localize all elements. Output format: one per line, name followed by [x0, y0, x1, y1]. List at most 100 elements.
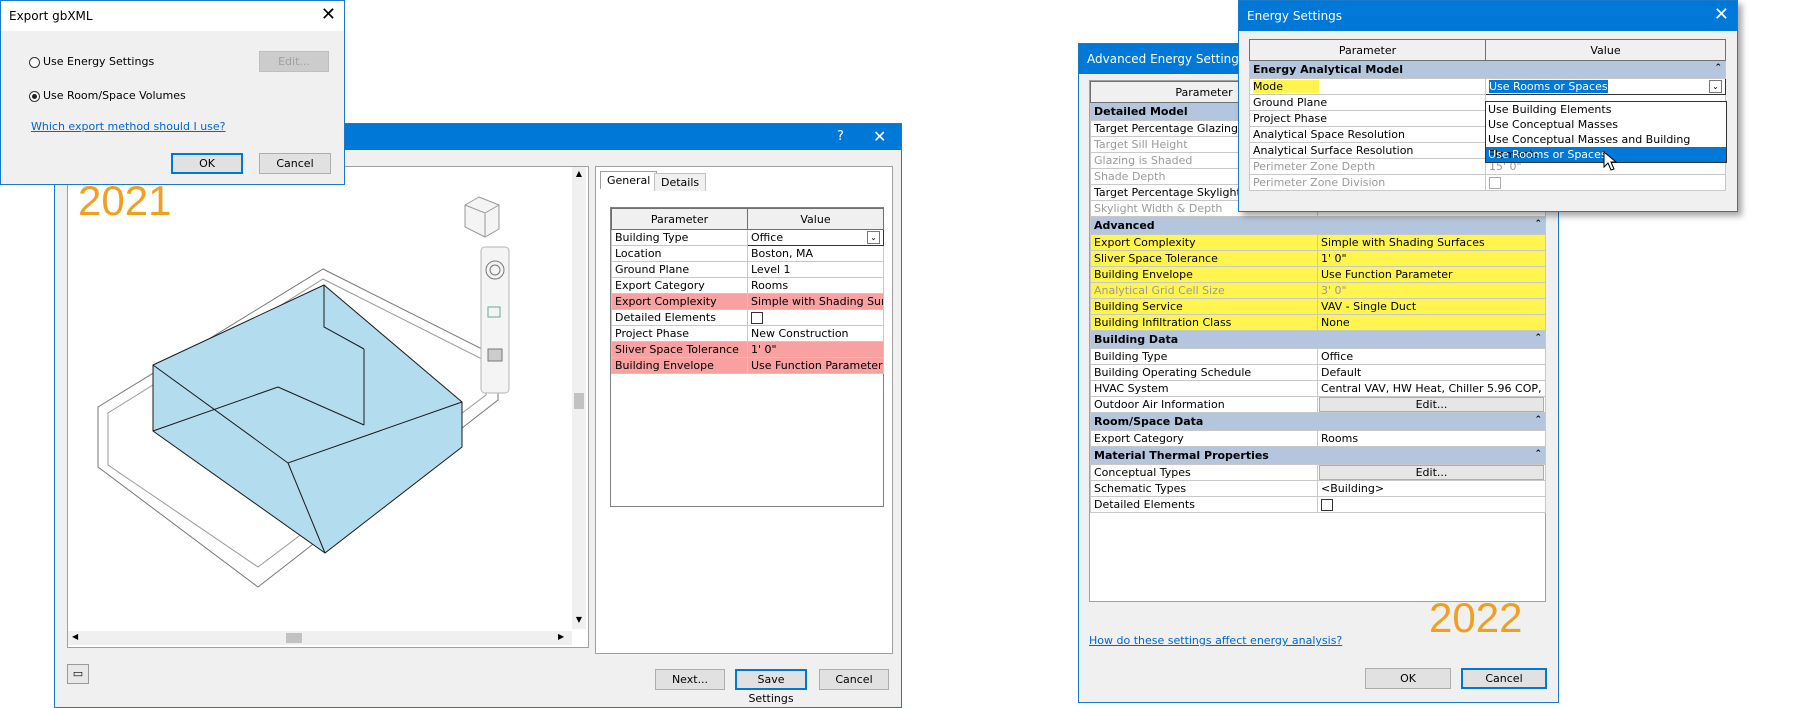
- param-value[interactable]: Rooms: [747, 277, 884, 294]
- save-settings-button[interactable]: Save Settings: [735, 669, 807, 705]
- detailed-elements-checkbox[interactable]: [751, 312, 763, 324]
- param-value[interactable]: <Building>: [1317, 480, 1546, 497]
- mode-selected-value: Use Rooms or Spaces: [1489, 80, 1608, 93]
- param-value[interactable]: Simple with Shading Surface: [747, 293, 884, 310]
- table-row[interactable]: Building Operating Schedule Default: [1090, 364, 1546, 381]
- detailed-elements-checkbox[interactable]: [1321, 499, 1333, 511]
- group-advanced[interactable]: Advanced ⌃: [1090, 216, 1546, 235]
- dropdown-option[interactable]: Use Building Elements: [1486, 102, 1726, 117]
- collapse-icon[interactable]: ⌃: [1534, 333, 1542, 343]
- table-row[interactable]: Project Phase New Construction: [611, 325, 884, 342]
- table-row[interactable]: Detailed Elements: [611, 309, 884, 326]
- param-value[interactable]: Central VAV, HW Heat, Chiller 5.96 COP, …: [1317, 380, 1546, 397]
- use-room-space-volumes-label[interactable]: Use Room/Space Volumes: [43, 89, 186, 102]
- param-value[interactable]: [747, 309, 884, 326]
- table-row[interactable]: Outdoor Air Information Edit...: [1090, 396, 1546, 413]
- param-value[interactable]: 1' 0": [747, 341, 884, 358]
- help-button[interactable]: ?: [837, 124, 844, 150]
- vertical-scrollbar[interactable]: ▲ ▼: [572, 167, 586, 629]
- param-name: Ground Plane: [1249, 94, 1486, 111]
- dropdown-option[interactable]: Use Conceptual Masses and Building Eleme…: [1486, 132, 1726, 161]
- table-row[interactable]: Sliver Space Tolerance 1' 0": [611, 341, 884, 358]
- param-value[interactable]: Default: [1317, 364, 1546, 381]
- group-material-thermal-properties[interactable]: Material Thermal Properties ⌃: [1090, 446, 1546, 465]
- use-energy-settings-radio[interactable]: [29, 57, 40, 68]
- next-button[interactable]: Next...: [655, 669, 725, 690]
- table-row[interactable]: Ground Plane Level 1: [611, 261, 884, 278]
- dialog-title: Export gbXML: [9, 9, 93, 23]
- cancel-button[interactable]: Cancel: [1461, 668, 1547, 689]
- table-row[interactable]: Building Type Office ⌄: [611, 229, 884, 246]
- edit-button[interactable]: Edit...: [259, 51, 329, 72]
- cancel-button[interactable]: Cancel: [259, 153, 331, 174]
- param-name: Ground Plane: [611, 261, 748, 278]
- table-row[interactable]: Building Envelope Use Function Parameter: [1090, 266, 1546, 283]
- tab-general-label: General: [607, 174, 651, 187]
- collapse-icon[interactable]: ⌃: [1534, 449, 1542, 459]
- mode-select[interactable]: Use Rooms or Spaces ⌄: [1485, 78, 1726, 95]
- param-value[interactable]: 1' 0": [1317, 250, 1546, 267]
- table-row[interactable]: Export Category Rooms: [1090, 430, 1546, 447]
- 3d-viewport[interactable]: 2021 ▲ ▼ ◀ ▶: [67, 166, 589, 648]
- param-name: HVAC System: [1090, 380, 1318, 397]
- chevron-down-icon[interactable]: ⌄: [867, 231, 880, 244]
- param-value[interactable]: 3' 0": [1317, 282, 1546, 299]
- table-row[interactable]: Export ComplexitySimple with Shading Sur…: [611, 293, 884, 310]
- collapse-icon[interactable]: ⌃: [1714, 63, 1722, 73]
- dropdown-option[interactable]: Use Conceptual Masses: [1486, 117, 1726, 132]
- table-row[interactable]: Export ComplexitySimple with Shading Sur…: [1090, 234, 1546, 251]
- table-row[interactable]: Location Boston, MA: [611, 245, 884, 262]
- perimeter-zone-division-checkbox[interactable]: [1489, 177, 1501, 189]
- table-row[interactable]: Perimeter Zone Division: [1249, 174, 1726, 191]
- table-row[interactable]: Building Type Office: [1090, 348, 1546, 365]
- group-energy-analytical-model[interactable]: Energy Analytical Model ⌃: [1249, 60, 1726, 79]
- help-link[interactable]: Which export method should I use?: [31, 120, 226, 133]
- close-icon[interactable]: ✕: [321, 1, 336, 29]
- param-name: Project Phase: [611, 325, 748, 342]
- param-value[interactable]: Office: [1317, 348, 1546, 365]
- tab-details[interactable]: Details: [654, 173, 707, 191]
- table-row[interactable]: Conceptual Types Edit...: [1090, 464, 1546, 481]
- param-value[interactable]: New Construction: [747, 325, 884, 342]
- outdoor-air-edit-button[interactable]: Edit...: [1319, 397, 1544, 412]
- close-icon[interactable]: ✕: [873, 124, 886, 150]
- view-toggle-icon[interactable]: ▭: [67, 664, 89, 684]
- chevron-down-icon[interactable]: ⌄: [1709, 80, 1722, 93]
- collapse-icon[interactable]: ⌃: [1534, 219, 1542, 229]
- group-building-data[interactable]: Building Data ⌃: [1090, 330, 1546, 349]
- export-gbxml-dialog: Export gbXML ✕ Use Energy Settings Edit.…: [0, 0, 345, 185]
- param-value[interactable]: Use Function Parameter: [1317, 266, 1546, 283]
- horizontal-scrollbar[interactable]: ◀ ▶: [68, 631, 572, 645]
- table-row[interactable]: HVAC System Central VAV, HW Heat, Chiller…: [1090, 380, 1546, 397]
- tab-general[interactable]: General: [600, 171, 658, 189]
- ok-button[interactable]: OK: [1365, 668, 1451, 689]
- building-model-graphic: [97, 196, 510, 588]
- param-value[interactable]: Rooms: [1317, 430, 1546, 447]
- param-value[interactable]: None: [1317, 314, 1546, 331]
- conceptual-types-edit-button[interactable]: Edit...: [1319, 465, 1544, 480]
- table-row[interactable]: Analytical Grid Cell Size 3' 0": [1090, 282, 1546, 299]
- table-row[interactable]: Building Infiltration Class None: [1090, 314, 1546, 331]
- param-value[interactable]: VAV - Single Duct: [1317, 298, 1546, 315]
- param-value[interactable]: Use Function Parameter: [747, 357, 884, 374]
- table-row[interactable]: Building Envelope Use Function Parameter: [611, 357, 884, 374]
- table-row[interactable]: Mode Use Rooms or Spaces ⌄: [1249, 78, 1726, 95]
- table-row[interactable]: Detailed Elements: [1090, 496, 1546, 513]
- table-row[interactable]: Sliver Space Tolerance 1' 0": [1090, 250, 1546, 267]
- param-value[interactable]: Boston, MA: [747, 245, 884, 262]
- table-row[interactable]: Building Service VAV - Single Duct: [1090, 298, 1546, 315]
- ok-button[interactable]: OK: [171, 153, 243, 174]
- close-icon[interactable]: ✕: [1714, 1, 1729, 29]
- param-value[interactable]: Simple with Shading Surfaces: [1317, 234, 1546, 251]
- group-room-space-data[interactable]: Room/Space Data ⌃: [1090, 412, 1546, 431]
- use-energy-settings-label[interactable]: Use Energy Settings: [43, 55, 154, 68]
- table-row[interactable]: Export Category Rooms: [611, 277, 884, 294]
- help-link[interactable]: How do these settings affect energy anal…: [1089, 634, 1342, 647]
- building-type-select[interactable]: Office ⌄: [747, 229, 884, 246]
- group-label: Advanced: [1094, 219, 1155, 232]
- use-room-space-volumes-radio[interactable]: [29, 91, 40, 102]
- table-row[interactable]: Schematic Types <Building>: [1090, 480, 1546, 497]
- param-value[interactable]: Level 1: [747, 261, 884, 278]
- collapse-icon[interactable]: ⌃: [1534, 415, 1542, 425]
- cancel-button[interactable]: Cancel: [819, 669, 889, 690]
